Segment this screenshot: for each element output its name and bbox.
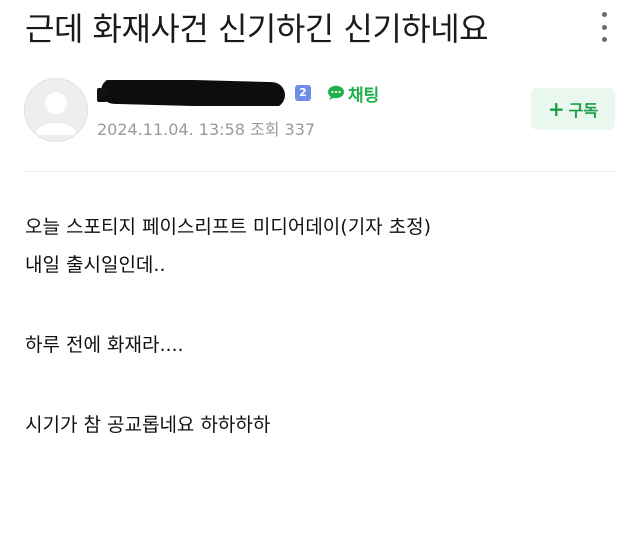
chat-button[interactable]: 채팅 bbox=[327, 81, 379, 106]
more-options-icon[interactable] bbox=[597, 12, 611, 42]
views-label: 조회 bbox=[249, 120, 280, 139]
member-level-badge: 2 bbox=[295, 85, 311, 101]
chat-bubble-icon bbox=[328, 85, 344, 100]
post-title: 근데 화재사건 신기하긴 신기하네요 bbox=[25, 10, 489, 48]
views-count: 337 bbox=[284, 120, 316, 139]
header-divider bbox=[24, 171, 616, 172]
default-user-icon bbox=[35, 92, 77, 135]
subscribe-button[interactable]: + 구독 bbox=[531, 88, 615, 130]
body-blank-line bbox=[25, 288, 431, 330]
subscribe-label: 구독 bbox=[568, 101, 599, 120]
body-blank-line bbox=[25, 368, 431, 410]
body-line: 오늘 스포티지 페이스리프트 미디어데이(기자 초정) bbox=[25, 216, 432, 238]
author-avatar[interactable] bbox=[24, 78, 88, 142]
post-meta: 2024.11.04. 13:58 조회 337 bbox=[97, 116, 315, 140]
post-date: 2024.11.04. 13:58 bbox=[97, 120, 245, 139]
post-body: 오늘 스포티지 페이스리프트 미디어데이(기자 초정) 내일 출시일인데.. 하… bbox=[25, 212, 431, 448]
body-line: 내일 출시일인데.. bbox=[25, 254, 166, 276]
plus-icon: + bbox=[547, 97, 565, 121]
body-line: 하루 전에 화재라.... bbox=[25, 334, 184, 356]
chat-label: 채팅 bbox=[348, 85, 380, 106]
author-row: 2 채팅 bbox=[97, 80, 379, 106]
author-name-redacted[interactable] bbox=[97, 80, 287, 106]
body-line: 시기가 참 공교롭네요 하하하하 bbox=[25, 414, 271, 436]
